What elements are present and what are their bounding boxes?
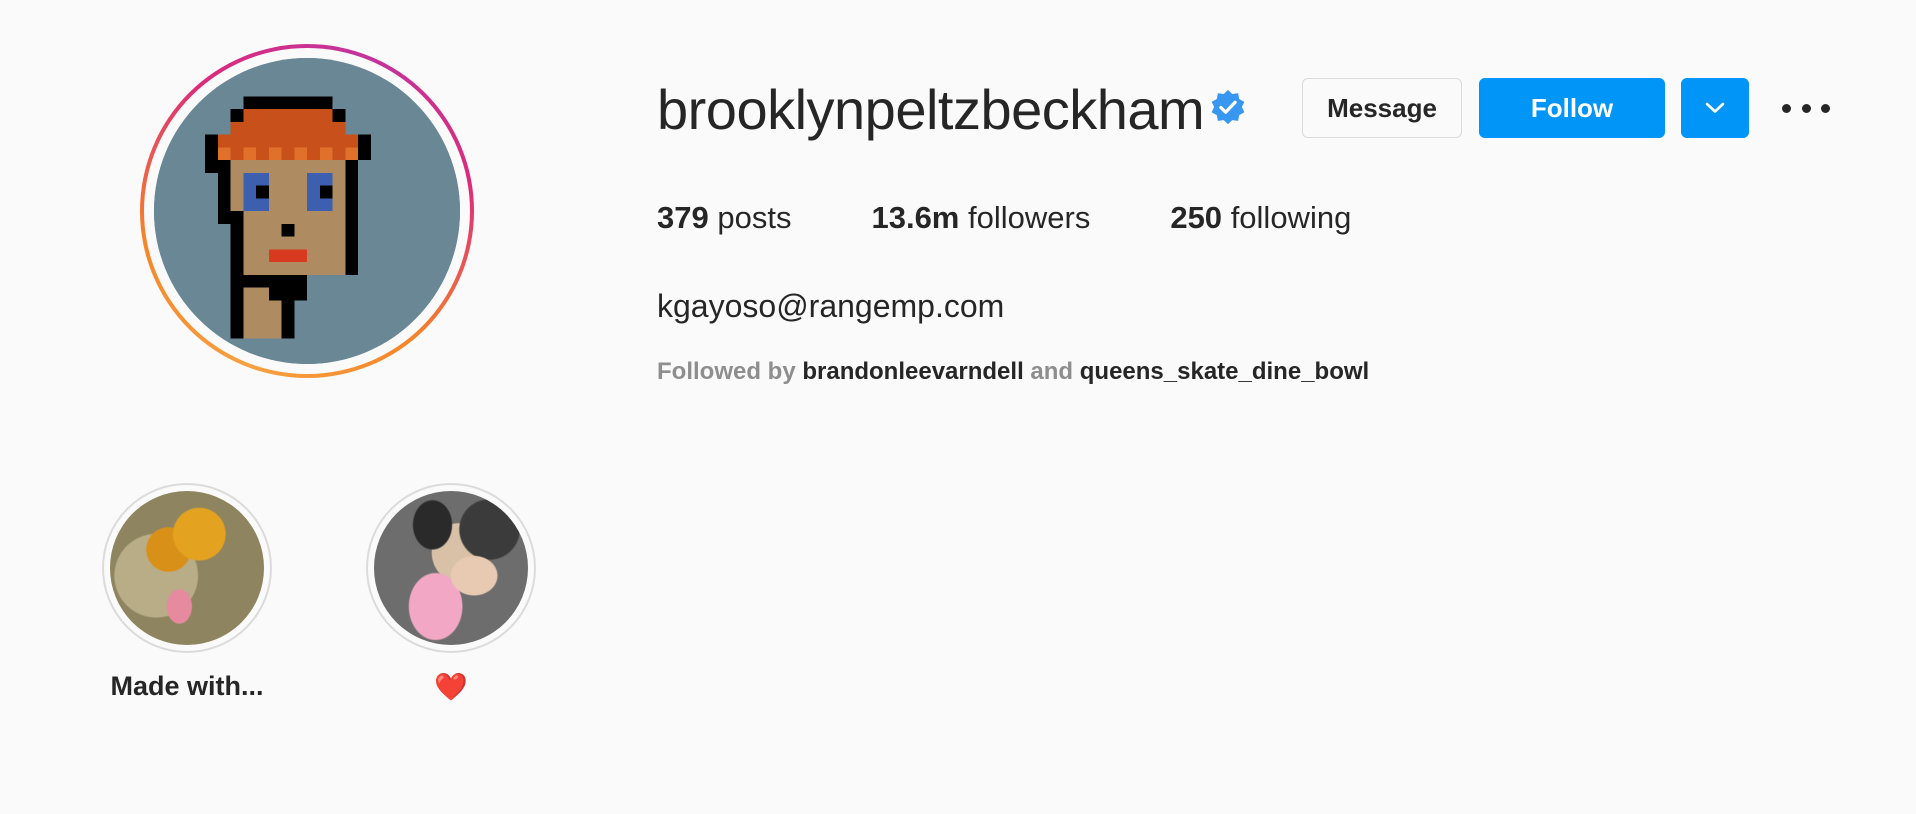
profile-username: brooklynpeltzbeckham bbox=[657, 78, 1205, 141]
followers-label: followers bbox=[968, 200, 1091, 235]
highlight-label: Made with... bbox=[110, 671, 264, 701]
following-label: following bbox=[1230, 200, 1352, 235]
following-stat[interactable]: 250 following bbox=[1170, 200, 1351, 236]
followed-by-account[interactable]: queens_skate_dine_bowl bbox=[1080, 358, 1369, 385]
followers-count: 13.6m bbox=[871, 200, 960, 235]
bio-text: kgayoso@rangemp.com bbox=[657, 288, 1005, 324]
followed-by-conjunction: and bbox=[1030, 358, 1074, 385]
more-options-button[interactable] bbox=[1782, 90, 1830, 126]
highlight-cover-ring bbox=[366, 483, 536, 653]
profile-avatar-story-ring[interactable] bbox=[140, 44, 474, 378]
followed-by-prefix: Followed by bbox=[657, 358, 796, 385]
more-horizontal-icon bbox=[1821, 103, 1830, 113]
highlight-cover-ring bbox=[102, 483, 272, 653]
story-highlight[interactable]: ❤️ bbox=[366, 483, 536, 702]
story-highlight[interactable]: Made with... bbox=[102, 483, 272, 701]
followed-by-account[interactable]: brandonleevarndell bbox=[802, 358, 1023, 385]
posts-stat: 379 posts bbox=[657, 200, 791, 236]
profile-stats: 379 posts 13.6m followers 250 following bbox=[657, 200, 1431, 236]
verified-badge-icon bbox=[1211, 89, 1245, 125]
highlight-cover-image bbox=[374, 491, 528, 645]
avatar[interactable] bbox=[154, 58, 460, 364]
followed-by[interactable]: Followed by brandonleevarndell and queen… bbox=[657, 358, 1369, 386]
highlight-label: ❤️ bbox=[434, 672, 468, 702]
follow-button[interactable]: Follow bbox=[1479, 78, 1665, 138]
chevron-down-icon bbox=[1705, 102, 1725, 113]
message-button[interactable]: Message bbox=[1302, 78, 1462, 138]
followers-stat[interactable]: 13.6m followers bbox=[871, 200, 1090, 236]
cryptopunk-pixel-avatar-icon bbox=[154, 58, 460, 364]
suggested-accounts-dropdown-button[interactable] bbox=[1681, 78, 1749, 138]
highlight-cover-image bbox=[110, 491, 264, 645]
following-count: 250 bbox=[1170, 200, 1223, 235]
more-horizontal-icon bbox=[1782, 103, 1791, 113]
more-horizontal-icon bbox=[1801, 103, 1811, 113]
avatar-gap bbox=[144, 48, 470, 374]
posts-label: posts bbox=[717, 200, 792, 235]
profile-page: brooklynpeltzbeckham Message Follow 379 … bbox=[0, 0, 1916, 814]
posts-count: 379 bbox=[657, 200, 709, 235]
